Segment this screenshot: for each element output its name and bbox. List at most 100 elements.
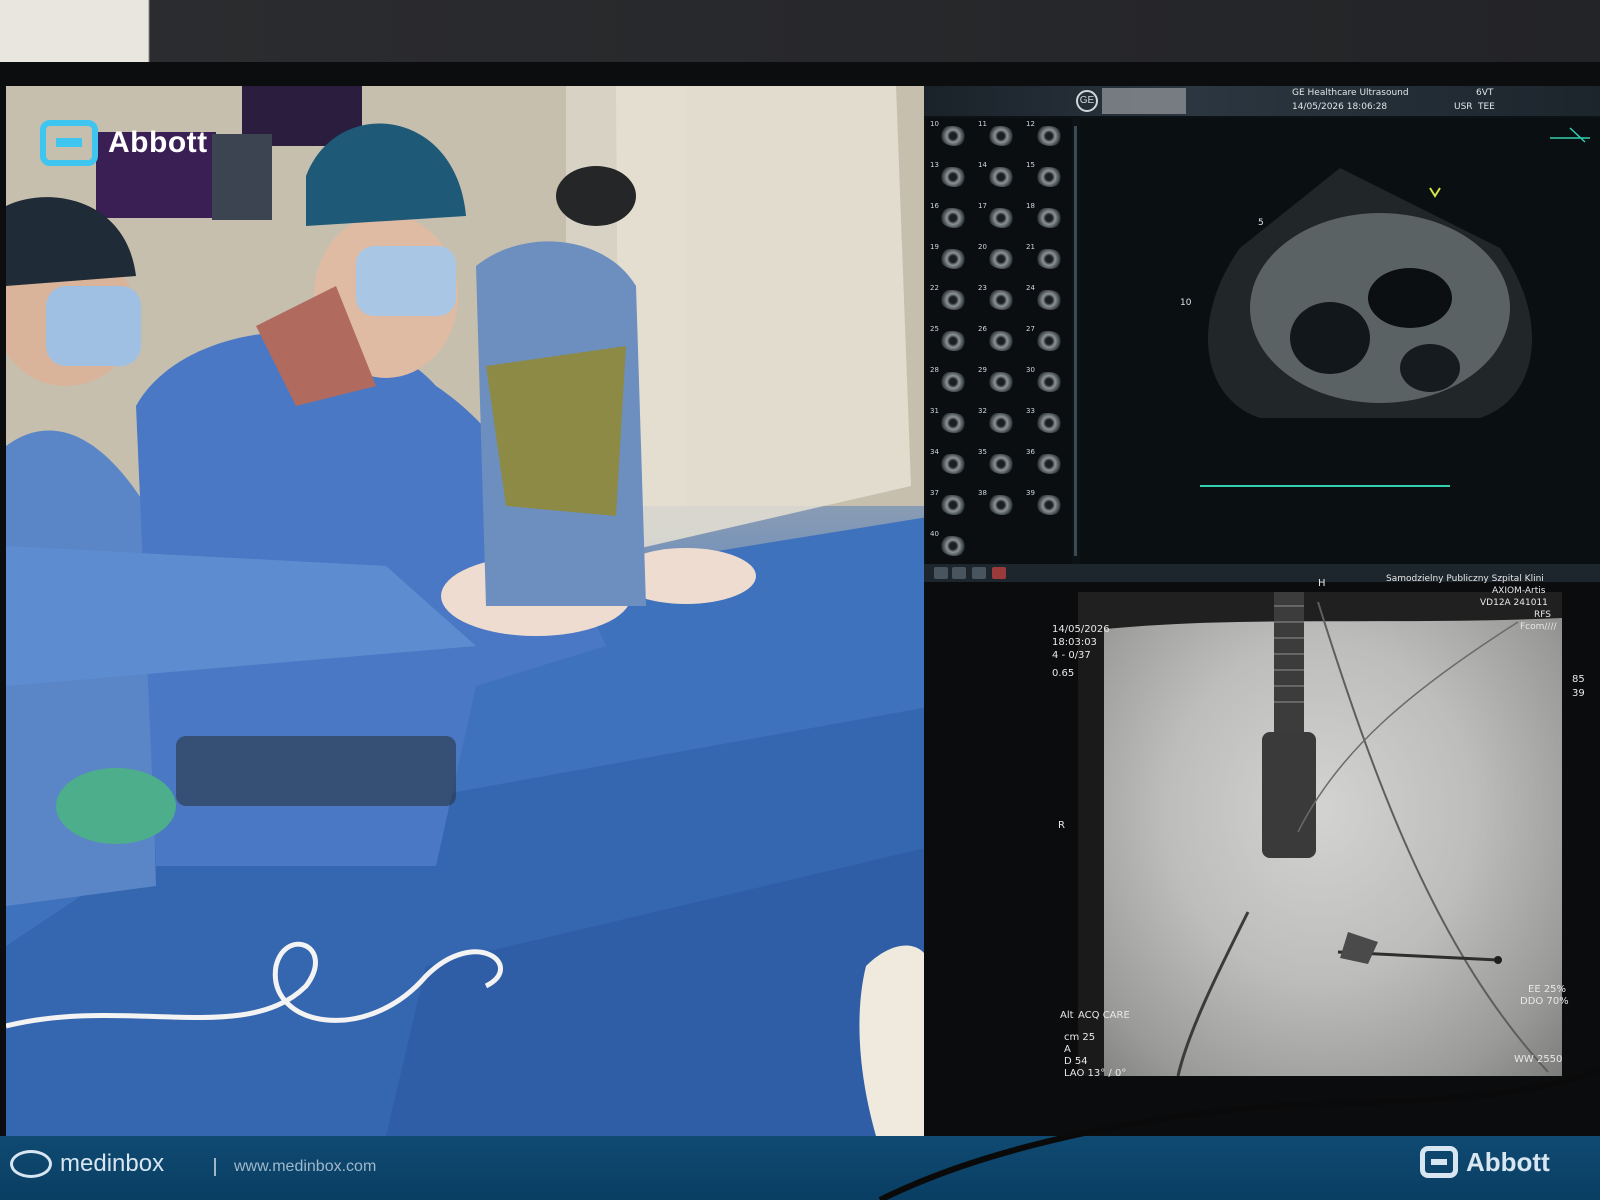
clip-thumbnail[interactable]: 22: [930, 284, 970, 314]
xray-monitor: [212, 134, 272, 220]
clip-thumbnail[interactable]: 18: [1026, 202, 1066, 232]
clip-thumbnail[interactable]: 11: [978, 120, 1018, 150]
clip-thumbnail[interactable]: 19: [930, 243, 970, 273]
thumbnail-scrollbar[interactable]: [1074, 126, 1077, 556]
clip-thumbnail[interactable]: 37: [930, 489, 970, 519]
medinbox-brand: medinbox: [10, 1150, 164, 1178]
hospital-line-1: Samodzielny Publiczny Szpital Klini: [1386, 574, 1544, 584]
ddo-value: DDO 70%: [1520, 996, 1569, 1007]
acq-prefix: Alt: [1060, 1010, 1074, 1021]
abbott-overlay-logo: Abbott: [40, 120, 208, 166]
abbott-footer-brand: Abbott: [1420, 1146, 1550, 1178]
clip-number: 25: [930, 325, 939, 333]
fluoroscopy-panel: 14/05/2026 18:03:03 4 - 0/37 0.65 Samodz…: [924, 574, 1600, 1136]
clip-thumbnail[interactable]: 36: [1026, 448, 1066, 478]
toolbar-button-image[interactable]: [952, 567, 966, 579]
live-video-panel: Abbott: [6, 86, 934, 1136]
clip-thumbnail[interactable]: 30: [1026, 366, 1066, 396]
clip-number: 14: [978, 161, 987, 169]
clip-thumbnail[interactable]: 31: [930, 407, 970, 437]
ultrasound-vendor: GE Healthcare Ultrasound: [1292, 88, 1409, 98]
clip-number: 28: [930, 366, 939, 374]
clip-thumbnail[interactable]: 25: [930, 325, 970, 355]
clip-preview: [1036, 331, 1062, 351]
orientation-top: H: [1318, 578, 1326, 589]
clip-preview: [940, 536, 966, 556]
clip-thumbnail[interactable]: 16: [930, 202, 970, 232]
clip-thumbnail[interactable]: 10: [930, 120, 970, 150]
clip-thumbnail[interactable]: 33: [1026, 407, 1066, 437]
abbott-overlay-text: Abbott: [108, 126, 208, 159]
abbott-footer-logo-icon: [1420, 1146, 1458, 1178]
orientation-indicator: [1550, 127, 1590, 143]
footer-bar: medinbox www.medinbox.com Abbott: [0, 1136, 1600, 1200]
depth-mark-10: 10: [1180, 298, 1192, 308]
clip-thumbnail[interactable]: 12: [1026, 120, 1066, 150]
clip-number: 18: [1026, 202, 1035, 210]
clip-preview: [1036, 495, 1062, 515]
clip-thumbnail[interactable]: 13: [930, 161, 970, 191]
clip-number: 29: [978, 366, 987, 374]
clip-number: 32: [978, 407, 987, 415]
clip-thumbnail[interactable]: 29: [978, 366, 1018, 396]
clip-thumbnail[interactable]: 24: [1026, 284, 1066, 314]
clip-preview: [1036, 454, 1062, 474]
clip-number: 38: [978, 489, 987, 497]
param-d: D 54: [1064, 1056, 1088, 1067]
medinbox-name: medinbox: [60, 1150, 165, 1177]
fluoro-exposure: 0.65: [1052, 668, 1075, 679]
clip-thumbnail[interactable]: 28: [930, 366, 970, 396]
clip-thumbnail[interactable]: 23: [978, 284, 1018, 314]
clip-thumbnail[interactable]: 34: [930, 448, 970, 478]
probe-marker: [1429, 187, 1441, 198]
fluoroscopy-image: [1078, 592, 1562, 1076]
clip-preview: [988, 454, 1014, 474]
room-wall: [0, 0, 1600, 66]
toolbar-download-icon[interactable]: [972, 567, 986, 579]
clip-number: 37: [930, 489, 939, 497]
clip-thumbnail[interactable]: 32: [978, 407, 1018, 437]
fluoro-date: 14/05/2026: [1052, 624, 1110, 635]
clip-number: 20: [978, 243, 987, 251]
clip-thumbnail[interactable]: 14: [978, 161, 1018, 191]
clip-thumbnail[interactable]: 39: [1026, 489, 1066, 519]
monitor-screen: Abbott GE GE Healthcare Ultrasound 14/05…: [6, 86, 1600, 1136]
clip-preview: [988, 290, 1014, 310]
clip-thumbnail[interactable]: 40: [930, 530, 970, 560]
clip-thumbnail-grid[interactable]: 10 11 12 13 14 15 16 17 18 19 20 21 22 23 24 25 26 27 28 29…: [926, 118, 1072, 564]
clip-thumbnail[interactable]: 15: [1026, 161, 1066, 191]
clip-number: 11: [978, 120, 987, 128]
clip-number: 16: [930, 202, 939, 210]
param-a: A: [1064, 1044, 1071, 1055]
clip-number: 35: [978, 448, 987, 456]
clip-preview: [940, 495, 966, 515]
window-width: WW 2550: [1514, 1054, 1563, 1065]
clip-preview: [1036, 372, 1062, 392]
clip-preview: [940, 413, 966, 433]
clip-preview: [1036, 126, 1062, 146]
clip-preview: [988, 208, 1014, 228]
hospital-line-4: RFS: [1534, 610, 1551, 620]
collimator-edge-left: [1078, 592, 1104, 1076]
ultrasound-mode: TEE: [1478, 102, 1495, 112]
catheter-handle: [176, 736, 456, 806]
surgeon-left-mask: [46, 286, 141, 366]
clip-thumbnail[interactable]: 35: [978, 448, 1018, 478]
hospital-line-3: VD12A 241011: [1480, 598, 1548, 608]
clip-thumbnail[interactable]: 38: [978, 489, 1018, 519]
clip-number: 26: [978, 325, 987, 333]
tape-roll: [859, 945, 934, 1136]
clip-thumbnail[interactable]: 21: [1026, 243, 1066, 273]
clip-preview: [1036, 413, 1062, 433]
ge-logo-icon: GE: [1076, 90, 1098, 112]
clip-thumbnail[interactable]: 20: [978, 243, 1018, 273]
clip-thumbnail[interactable]: 17: [978, 202, 1018, 232]
clip-preview: [940, 454, 966, 474]
clip-number: 10: [930, 120, 939, 128]
toolbar-button-a[interactable]: [934, 567, 948, 579]
toolbar-record-icon[interactable]: [992, 567, 1006, 579]
clip-thumbnail[interactable]: 26: [978, 325, 1018, 355]
clip-thumbnail[interactable]: 27: [1026, 325, 1066, 355]
delivery-catheter-shaft: [1274, 592, 1304, 732]
operating-room-scene: [6, 86, 934, 1136]
